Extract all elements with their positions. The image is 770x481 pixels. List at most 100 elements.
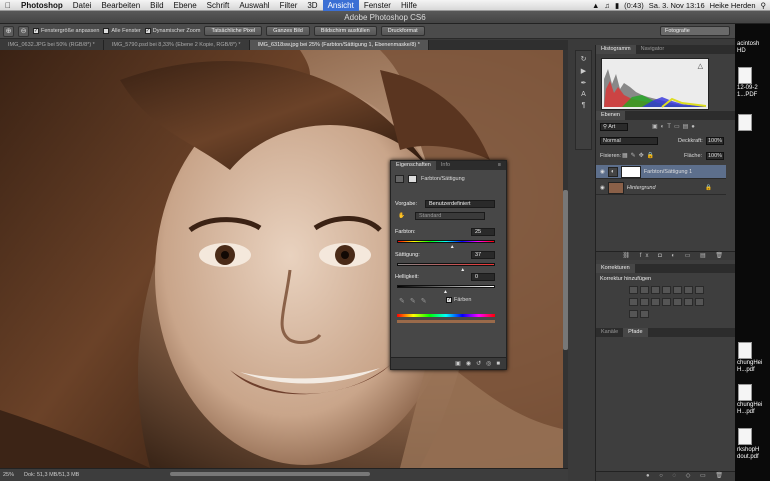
reset-icon[interactable]: ↺: [476, 360, 481, 367]
posterize-icon[interactable]: [684, 298, 693, 306]
menu-ebene[interactable]: Ebene: [169, 1, 202, 10]
tab-img-5790[interactable]: IMG_5790.psd bei 8,33% (Ebene 2 Kopie, R…: [103, 40, 250, 50]
brush-icon[interactable]: ✒: [581, 79, 587, 87]
paragraph-icon[interactable]: ¶: [582, 102, 586, 109]
eye-icon[interactable]: ◉: [600, 185, 605, 191]
spotlight-icon[interactable]: ⚲: [761, 1, 767, 10]
desktop-file-label[interactable]: 12-09-2: [737, 85, 758, 92]
delete-icon[interactable]: ■: [496, 361, 500, 367]
threshold-icon[interactable]: [695, 298, 704, 306]
selective-color-icon[interactable]: [640, 310, 649, 318]
actual-pixels-button[interactable]: Tatsächliche Pixel: [204, 26, 263, 36]
clock[interactable]: Sa. 3. Nov 13:16: [649, 1, 705, 10]
all-windows-checkbox[interactable]: Alle Fenster: [103, 28, 141, 34]
saturation-slider-thumb[interactable]: ▲: [460, 267, 465, 273]
fill-screen-button[interactable]: Bildschirm ausfüllen: [313, 26, 377, 36]
saturation-field[interactable]: 37: [471, 251, 495, 259]
zoom-out-icon[interactable]: ⊖: [18, 25, 29, 37]
apple-menu-icon[interactable]: : [0, 1, 16, 10]
color-balance-icon[interactable]: [695, 286, 704, 294]
doc-size[interactable]: Dok: 51,3 MB/51,3 MB: [24, 472, 79, 478]
layer-filter-select[interactable]: ⚲ Art: [600, 123, 628, 131]
photo-filter-icon[interactable]: [640, 298, 649, 306]
canvas-vertical-scrollbar[interactable]: [563, 50, 568, 468]
blend-mode-select[interactable]: Normal: [600, 137, 658, 145]
desktop-file-label[interactable]: H...pdf: [737, 409, 755, 416]
layer-row-background[interactable]: ◉ Hintergrund 🔒: [596, 181, 726, 195]
warning-triangle-icon[interactable]: △: [698, 62, 703, 70]
brightness-icon[interactable]: [629, 286, 638, 294]
hue-slider-thumb[interactable]: ▲: [450, 244, 455, 250]
dynamic-zoom-checkbox[interactable]: ✓ Dynamischer Zoom: [144, 28, 200, 34]
lightness-field[interactable]: 0: [471, 273, 495, 281]
menu-ansicht[interactable]: Ansicht: [322, 0, 359, 11]
scrollbar-thumb[interactable]: [563, 190, 568, 350]
fill-field[interactable]: 100%: [706, 152, 724, 160]
properties-panel[interactable]: Eigenschaften Info ≡ Farbton/Sättigung V…: [390, 160, 507, 370]
character-icon[interactable]: A: [581, 91, 586, 98]
pdf-file-icon[interactable]: [738, 342, 752, 359]
clip-to-layer-icon[interactable]: ▣: [455, 360, 461, 367]
hue-field[interactable]: 25: [471, 228, 495, 236]
tab-properties[interactable]: Eigenschaften: [391, 161, 436, 170]
menu-3d[interactable]: 3D: [302, 1, 322, 10]
color-lookup-icon[interactable]: [662, 298, 671, 306]
pdf-file-icon[interactable]: [738, 384, 752, 401]
tab-channels[interactable]: Kanäle: [596, 328, 623, 337]
preset-select[interactable]: Benutzerdefiniert: [425, 200, 495, 208]
desktop-hd-label[interactable]: acintosh: [737, 41, 759, 48]
tab-navigator[interactable]: Navigator: [636, 45, 670, 54]
desktop-file-label[interactable]: chungHei: [737, 360, 762, 367]
menu-auswahl[interactable]: Auswahl: [234, 1, 274, 10]
layers-footer-icons[interactable]: ⛓ fx ◘ ◐ ▭ ▤ 🗑: [596, 251, 735, 260]
menu-datei[interactable]: Datei: [68, 1, 97, 10]
layer-name[interactable]: Farbton/Sättigung 1: [644, 169, 692, 175]
visibility-icon[interactable]: ◎: [486, 360, 491, 367]
gradient-map-icon[interactable]: [629, 310, 638, 318]
menu-schrift[interactable]: Schrift: [202, 1, 235, 10]
opacity-field[interactable]: 100%: [706, 137, 724, 145]
eyedropper-icons[interactable]: ✎✎✎: [399, 297, 432, 305]
channel-select[interactable]: Standard: [415, 212, 485, 220]
mask-icon[interactable]: [408, 175, 417, 183]
lightness-slider-thumb[interactable]: ▲: [443, 289, 448, 295]
layer-name[interactable]: Hintergrund: [627, 185, 656, 191]
desktop-file-label[interactable]: 1...PDF: [737, 92, 757, 99]
layer-mask-thumbnail[interactable]: [620, 165, 641, 178]
hue-slider[interactable]: ▲: [397, 240, 495, 250]
curves-icon[interactable]: [651, 286, 660, 294]
desktop-file-label[interactable]: rkshopH: [737, 447, 759, 454]
battery-icon[interactable]: ▮: [615, 1, 619, 10]
levels-icon[interactable]: [640, 286, 649, 294]
desktop-hd-label-2[interactable]: HD: [737, 48, 746, 55]
exposure-icon[interactable]: [662, 286, 671, 294]
wifi-icon[interactable]: ▲: [592, 1, 599, 10]
canvas-horizontal-scrollbar[interactable]: [170, 472, 370, 476]
hue-sat-icon[interactable]: [684, 286, 693, 294]
vibrance-icon[interactable]: [673, 286, 682, 294]
desktop-file-label[interactable]: dout.pdf: [737, 454, 759, 461]
layer-row-hue-saturation[interactable]: ◉ ◐ Farbton/Sättigung 1: [596, 165, 726, 179]
tab-adjustments[interactable]: Korrekturen: [596, 264, 635, 273]
paths-footer-icons[interactable]: ● ○ ◌ ◇ ▭ 🗑: [596, 471, 735, 481]
menu-photoshop[interactable]: Photoshop: [16, 1, 68, 10]
history-icon[interactable]: ↻: [581, 55, 587, 63]
desktop-file-label[interactable]: chungHei: [737, 402, 762, 409]
lock-icons[interactable]: ▦✎✥🔒: [622, 152, 657, 159]
eye-icon[interactable]: ◉: [600, 169, 605, 175]
pdf-file-icon[interactable]: [738, 67, 752, 84]
tab-info[interactable]: Info: [436, 161, 455, 170]
user-name[interactable]: Heike Herden: [710, 1, 756, 10]
fit-windows-checkbox[interactable]: ✓ Fenstergröße anpassen: [33, 28, 99, 34]
volume-icon[interactable]: ♫: [604, 1, 610, 10]
tab-img-6318sw[interactable]: IMG_6318sw.jpg bei 25% (Farbton/Sättigun…: [249, 40, 429, 50]
workspace-select[interactable]: Fotografie: [660, 26, 730, 36]
invert-icon[interactable]: [673, 298, 682, 306]
zoom-in-icon[interactable]: ⊕: [3, 25, 14, 37]
bw-icon[interactable]: [629, 298, 638, 306]
tab-img-0632[interactable]: IMG_0632.JPG bei 50% (RGB/8*) *: [0, 40, 104, 50]
menu-hilfe[interactable]: Hilfe: [396, 1, 422, 10]
tab-paths[interactable]: Pfade: [623, 328, 648, 337]
menu-bearbeiten[interactable]: Bearbeiten: [96, 1, 145, 10]
lightness-slider[interactable]: ▲: [397, 285, 495, 295]
